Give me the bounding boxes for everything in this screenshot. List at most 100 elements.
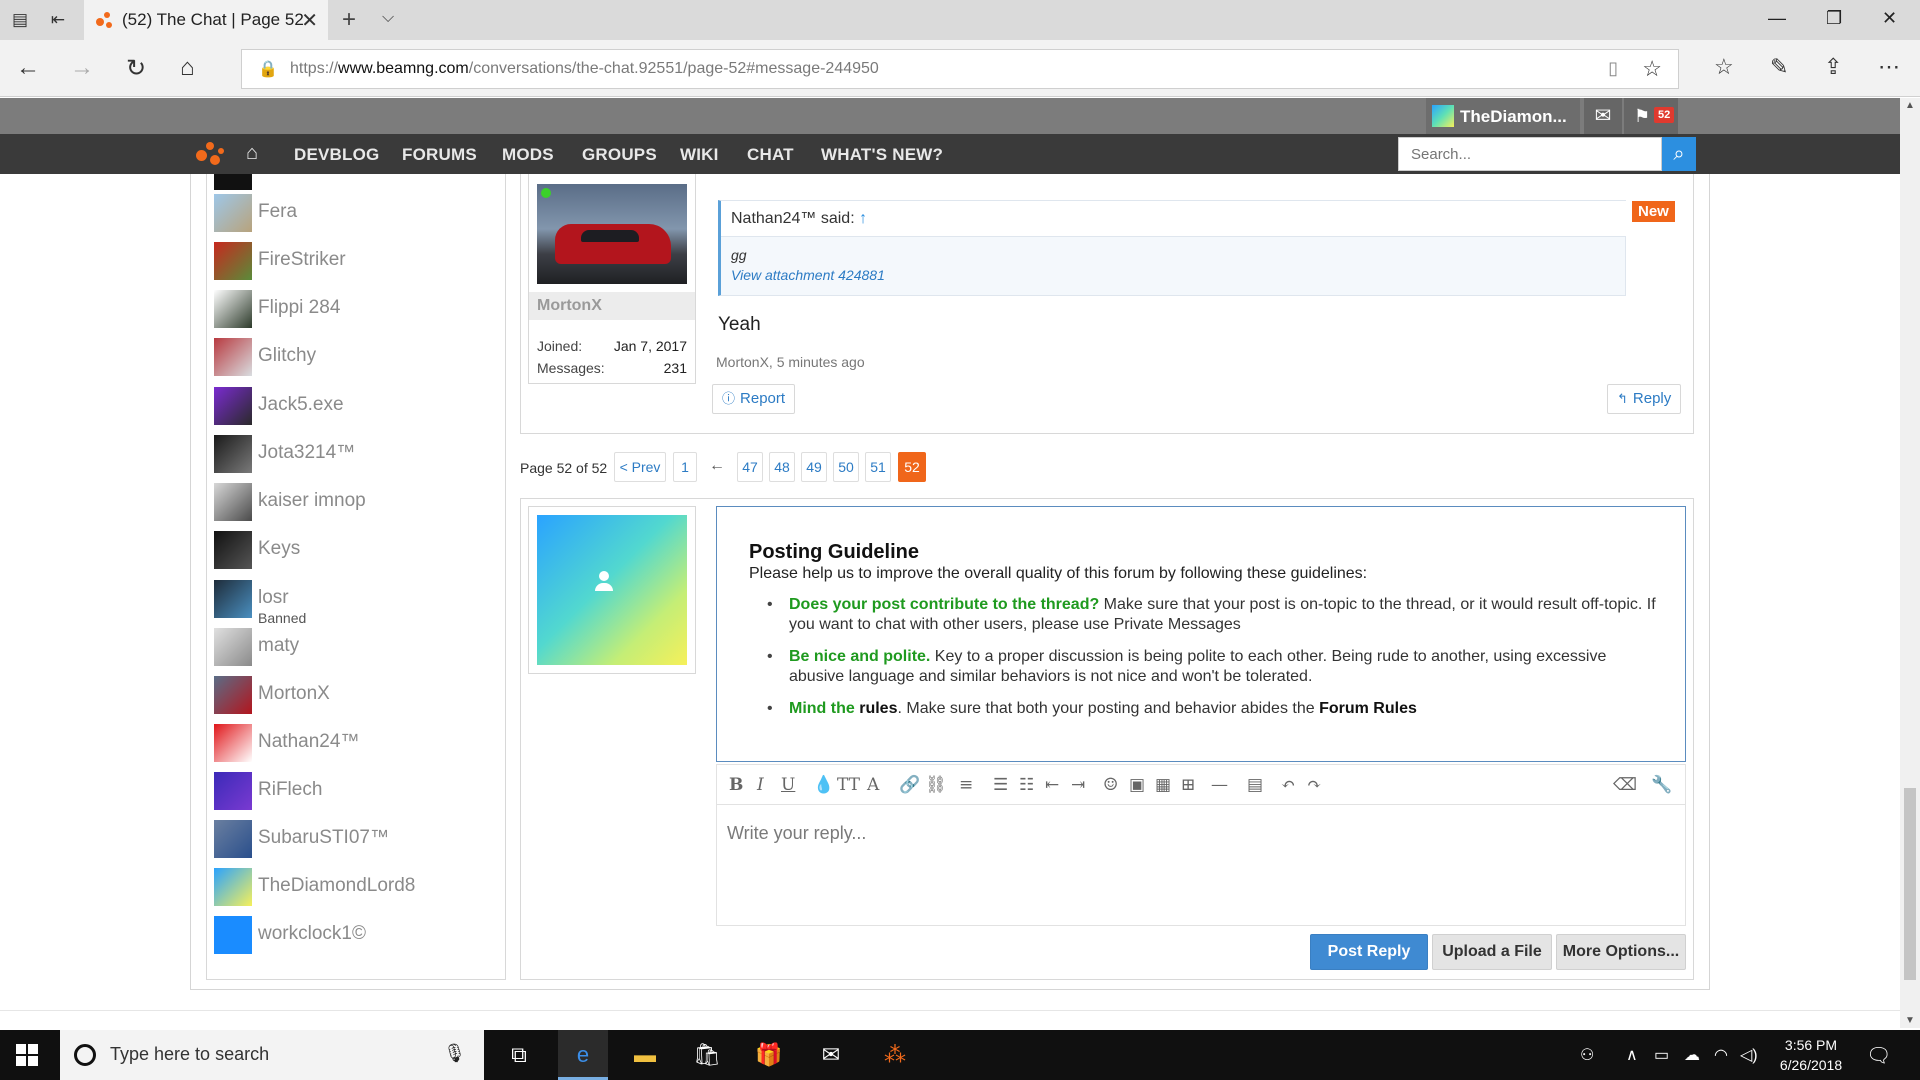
list-item[interactable]: workclock1© (214, 916, 494, 954)
alerts-button[interactable]: ⚑ 52 (1624, 98, 1678, 134)
page-link[interactable]: 50 (833, 452, 859, 482)
text-color-icon[interactable]: 💧 (813, 775, 834, 795)
favorite-star-icon[interactable]: ☆ (1642, 56, 1662, 82)
list-item[interactable]: Flippi 284 (214, 290, 494, 328)
member-name[interactable]: Jack5.exe (258, 394, 344, 416)
upload-file-button[interactable]: Upload a File (1432, 934, 1552, 970)
chevron-down-icon[interactable]: ⌵ (382, 9, 394, 27)
set-aside-tabs-icon[interactable]: ⇤ (44, 8, 72, 32)
tab-actions-icon[interactable]: ▤ (6, 8, 34, 32)
scroll-up-icon[interactable]: ▲ (1905, 100, 1915, 111)
avatar[interactable] (214, 483, 252, 521)
inbox-icon[interactable]: ✉ (1584, 98, 1622, 134)
list-item[interactable]: losr Banned (214, 580, 494, 626)
close-tab-icon[interactable]: ✕ (301, 8, 318, 33)
report-button[interactable]: ⓘ Report (712, 384, 796, 414)
back-icon[interactable]: ← (16, 54, 40, 82)
page-link[interactable]: 48 (769, 452, 795, 482)
bold-icon[interactable]: B (729, 775, 743, 795)
undo-icon[interactable]: ↶ (1281, 775, 1295, 795)
outdent-icon[interactable]: ⇤ (1045, 775, 1059, 795)
avatar[interactable] (214, 194, 252, 232)
member-name[interactable]: Jota3214™ (258, 442, 355, 464)
list-item[interactable]: kaiser imnop (214, 483, 494, 521)
member-name[interactable]: TheDiamondLord8 (258, 875, 415, 897)
wrench-icon[interactable]: 🔧 (1651, 775, 1672, 795)
nav-chat[interactable]: CHAT (747, 145, 794, 165)
avatar[interactable] (214, 242, 252, 280)
forward-icon[interactable]: → (70, 54, 94, 82)
avatar[interactable] (214, 290, 252, 328)
page-link[interactable]: 51 (865, 452, 891, 482)
list-item[interactable]: maty (214, 628, 494, 666)
site-search-input[interactable] (1399, 138, 1661, 170)
nav-whats-new[interactable]: WHAT'S NEW? (821, 145, 943, 165)
avatar[interactable] (214, 820, 252, 858)
system-clock[interactable]: 3:56 PM 6/26/2018 (1766, 1035, 1856, 1075)
more-icon[interactable]: ⋯ (1878, 54, 1900, 80)
close-window-icon[interactable]: ✕ (1882, 8, 1897, 29)
member-name[interactable]: FireStriker (258, 249, 346, 271)
image-icon[interactable]: ▣ (1129, 775, 1145, 795)
reading-view-icon[interactable]: ▯ (1608, 58, 1618, 79)
favorites-hub-icon[interactable]: ☆ (1714, 54, 1734, 80)
gift-app-icon[interactable]: 🎁 (744, 1030, 794, 1080)
file-explorer-icon[interactable]: ▬ (620, 1030, 670, 1080)
store-icon[interactable]: 🛍 (682, 1030, 732, 1080)
browser-tab[interactable]: (52) The Chat | Page 52 ✕ (84, 0, 328, 40)
page-jump-arrow-icon[interactable]: ← (703, 452, 731, 482)
forum-rules-link[interactable]: Forum Rules (1319, 700, 1417, 717)
avatar[interactable] (214, 772, 252, 810)
nav-groups[interactable]: GROUPS (582, 145, 657, 165)
more-options-button[interactable]: More Options... (1556, 934, 1686, 970)
beamng-app-icon[interactable]: ⁂ (870, 1030, 920, 1080)
list-item[interactable]: Jack5.exe (214, 387, 494, 425)
media-icon[interactable]: ▦ (1155, 775, 1171, 795)
people-icon[interactable]: ⚇ (1580, 1045, 1594, 1065)
smiley-icon[interactable]: ☺ (1103, 775, 1118, 795)
new-tab-icon[interactable]: + (342, 6, 356, 34)
nav-devblog[interactable]: DEVBLOG (294, 145, 379, 165)
search-icon[interactable]: ⌕ (1662, 137, 1696, 171)
edge-browser-icon[interactable]: e (558, 1030, 608, 1080)
page-link-first[interactable]: 1 (673, 452, 697, 482)
message-author[interactable]: MortonX (529, 292, 695, 320)
beamng-logo[interactable] (196, 142, 224, 166)
link-icon[interactable]: 🔗 (899, 775, 920, 795)
numbered-list-icon[interactable]: ☷ (1019, 775, 1034, 795)
member-name[interactable]: kaiser imnop (258, 490, 366, 512)
home-nav-icon[interactable]: ⌂ (246, 142, 258, 165)
indent-icon[interactable]: ⇥ (1071, 775, 1085, 795)
member-name[interactable]: Keys (258, 538, 300, 560)
avatar[interactable] (214, 868, 252, 906)
nav-wiki[interactable]: WIKI (680, 145, 719, 165)
member-name[interactable]: workclock1© (258, 923, 366, 945)
list-item[interactable]: RiFlech (214, 772, 494, 810)
scroll-down-icon[interactable]: ▼ (1905, 1015, 1915, 1026)
member-name[interactable]: losr (258, 587, 289, 609)
save-draft-icon[interactable]: ▤ (1247, 775, 1263, 795)
page-link[interactable]: 47 (737, 452, 763, 482)
list-item[interactable]: FireStriker (214, 242, 494, 280)
eraser-icon[interactable]: ⌫ (1613, 775, 1637, 795)
battery-icon[interactable]: ▭ (1654, 1045, 1669, 1065)
message-meta[interactable]: MortonX, 5 minutes ago (716, 354, 865, 370)
member-name[interactable]: MortonX (258, 683, 330, 705)
quote-attachment-link[interactable]: View attachment 424881 (731, 267, 885, 283)
member-name[interactable]: RiFlech (258, 779, 322, 801)
avatar[interactable] (214, 338, 252, 376)
reply-textarea[interactable] (717, 805, 1685, 925)
horizontal-rule-icon[interactable]: — (1211, 775, 1228, 795)
italic-icon[interactable]: I (757, 775, 764, 795)
avatar[interactable] (214, 676, 252, 714)
member-name[interactable]: Flippi 284 (258, 297, 340, 319)
list-item[interactable]: SubaruSTI07™ (214, 820, 494, 858)
mail-app-icon[interactable]: ✉ (806, 1030, 856, 1080)
font-size-icon[interactable]: TT (837, 775, 860, 795)
nav-forums[interactable]: FORUMS (402, 145, 477, 165)
avatar[interactable] (214, 724, 252, 762)
avatar[interactable] (214, 916, 252, 954)
member-name[interactable]: Glitchy (258, 345, 316, 367)
list-item[interactable]: Jota3214™ (214, 435, 494, 473)
refresh-icon[interactable]: ↻ (126, 54, 146, 83)
